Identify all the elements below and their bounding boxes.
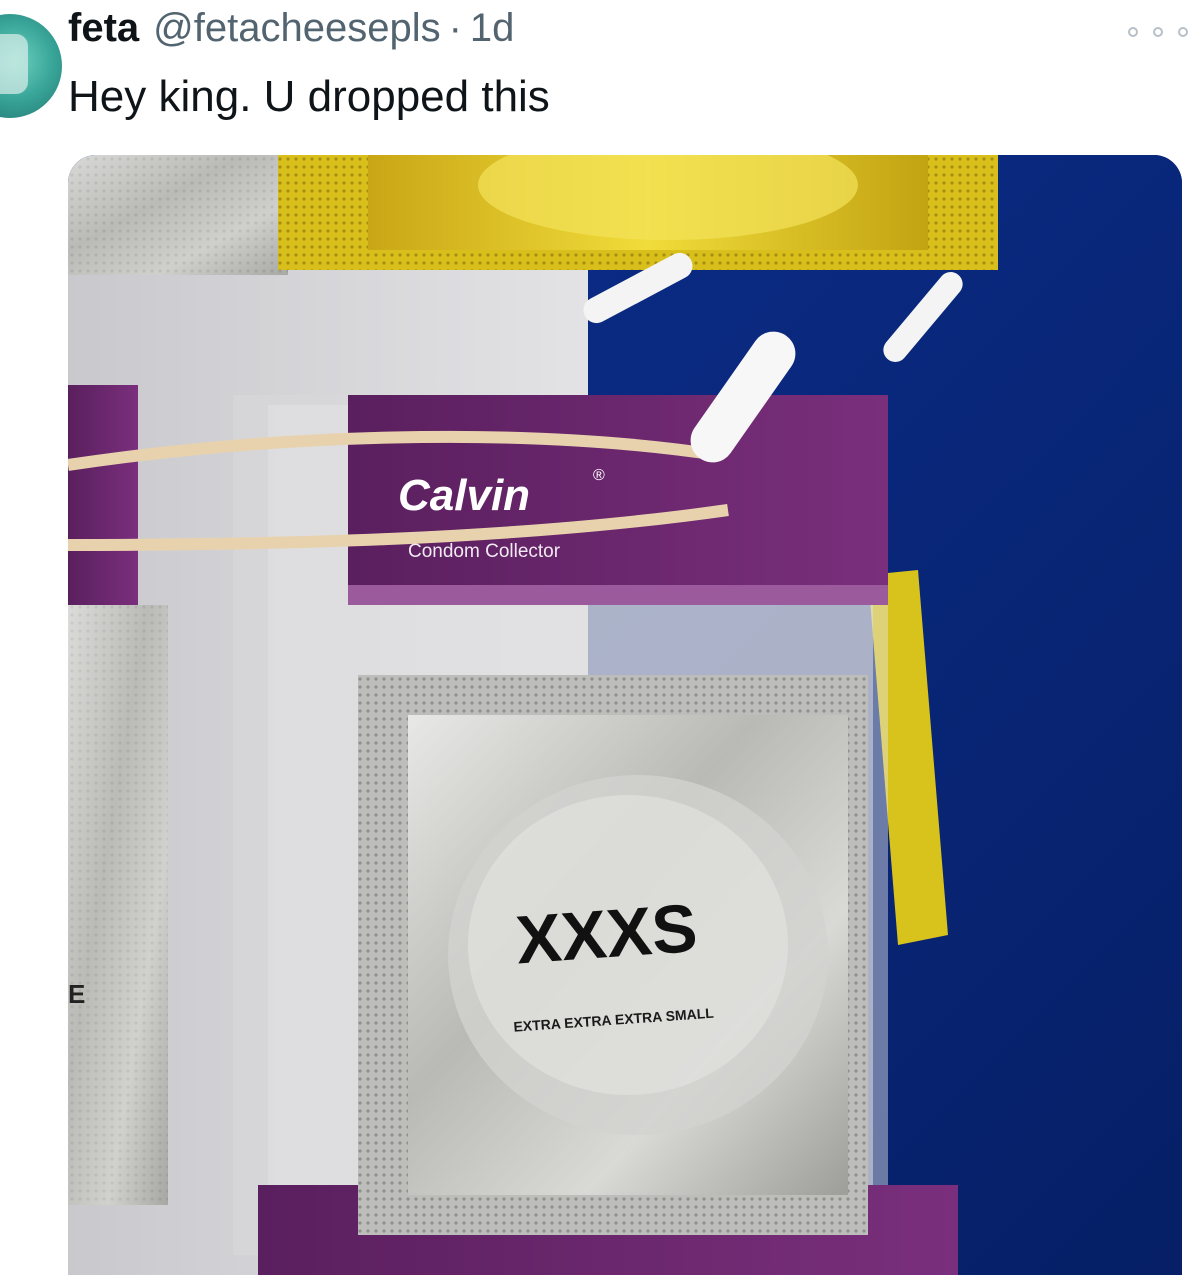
- avatar[interactable]: [0, 14, 62, 118]
- tweet: feta @fetacheesepls · 1d Hey king. U dro…: [0, 0, 1200, 1275]
- separator-dot: ·: [448, 6, 462, 50]
- brand-subtitle: Condom Collector: [408, 541, 561, 562]
- brand-name: Calvin: [398, 471, 530, 520]
- tweet-header: feta @fetacheesepls · 1d: [68, 6, 514, 58]
- display-name[interactable]: feta: [68, 6, 139, 51]
- left-packet-fragment: E: [68, 979, 85, 1009]
- timestamp[interactable]: 1d: [470, 6, 515, 51]
- size-label: XXXS: [513, 890, 699, 978]
- registered-mark: ®: [593, 467, 605, 484]
- tweet-media-image[interactable]: Calvin ® Condom Collector XXXS EXTRA EXT…: [68, 155, 1182, 1275]
- handle[interactable]: @fetacheesepls: [153, 6, 440, 51]
- tweet-text: Hey king. U dropped this: [68, 72, 550, 121]
- more-options-icon[interactable]: [1128, 22, 1188, 42]
